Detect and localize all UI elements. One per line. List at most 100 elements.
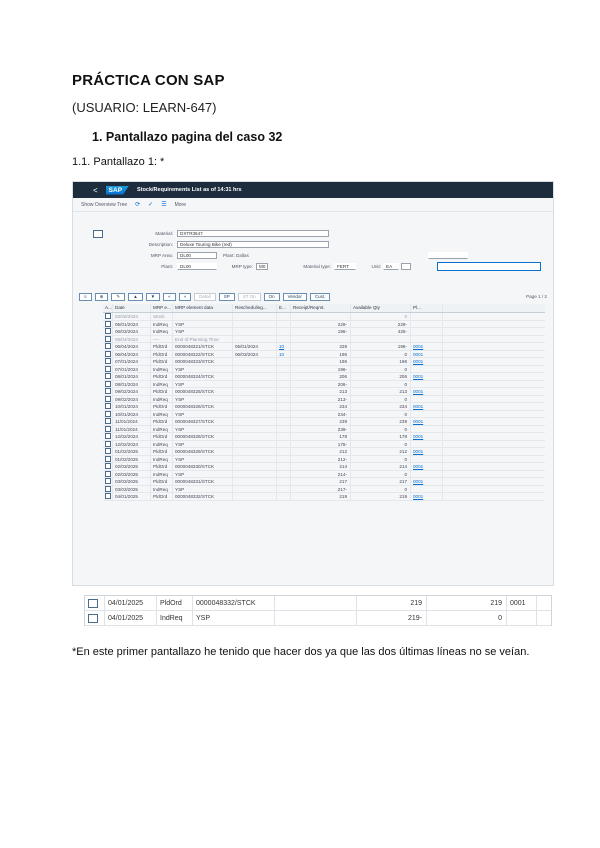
document-icon[interactable] (105, 448, 111, 455)
document-icon[interactable] (105, 433, 111, 440)
document-icon[interactable] (105, 410, 111, 417)
table-row[interactable]: 08/01/2024 IndReq YSP 206- 0 (103, 380, 545, 388)
table-row[interactable]: 11/01/2024 IndReq YSP 239- 0 (103, 425, 545, 433)
collapse-icon[interactable]: « (163, 293, 176, 301)
document-icon[interactable] (105, 440, 111, 447)
sp-button[interactable]: SP (218, 293, 235, 301)
table-row[interactable]: 11/01/2024 PldOrd 0000048327/STCK 239 239 000… (103, 418, 545, 426)
col-header-element[interactable]: MRP element data (173, 304, 233, 312)
table-row[interactable]: 06/03/2024 IndReq YSP 196- 425- (103, 328, 545, 336)
st-on-button[interactable]: ST On (237, 293, 261, 301)
header-toggle-icon[interactable] (93, 230, 103, 238)
table-row[interactable]: 06/04/2024 PldOrd 0000048322/STCK 06/03/202… (103, 350, 545, 358)
document-icon[interactable] (105, 373, 111, 380)
table-row[interactable]: 07/01/2024 PldOrd 0000048323/STCK 196 196 000… (103, 358, 545, 366)
table-row[interactable]: 04/01/2025 PldOrd 0000048332/STCK 219 219 000… (103, 493, 545, 501)
document-icon[interactable] (105, 485, 111, 492)
plant-cell (411, 455, 443, 462)
table-row[interactable]: 08/01/2024 PldOrd 0000048324/STCK 206 206 000… (103, 373, 545, 381)
table-row[interactable]: 03/03/2025 IndReq YSP 217- 0 (103, 485, 545, 493)
mrp-area-field[interactable]: DL00 (177, 252, 217, 259)
resched-cell (233, 440, 277, 447)
mrp-type-field[interactable]: M0 (256, 263, 268, 270)
plant-cell: 0001 (411, 463, 443, 470)
document-icon[interactable] (105, 425, 111, 432)
table-row[interactable]: 02/03/2025 PldOrd 0000048330/STCK 214 214 000… (103, 463, 545, 471)
mrp-cell: PldOrd (151, 373, 173, 380)
table-row[interactable]: 07/01/2024 IndReq YSP 196- 0 (103, 365, 545, 373)
col-header-a[interactable]: A... (103, 304, 113, 312)
document-icon[interactable] (105, 380, 111, 387)
col-header-e[interactable]: E... (277, 304, 291, 312)
receipt-cell: 212 (291, 448, 351, 455)
refresh-icon[interactable]: ⟳ (135, 201, 140, 208)
back-icon[interactable]: < (93, 186, 98, 195)
document-icon[interactable] (105, 328, 111, 335)
document-icon[interactable] (105, 350, 111, 357)
table-row[interactable]: 09/02/2024 IndReq YSP 213- 0 (103, 395, 545, 403)
document-icon[interactable] (88, 614, 98, 623)
document-icon[interactable] (105, 493, 111, 500)
sort-icon[interactable]: ▲ (128, 293, 143, 301)
table-row[interactable]: 06/04/2024 PldOrd 0000048321/STCK 05/01/202… (103, 343, 545, 351)
document-icon[interactable] (105, 478, 111, 485)
overview-tree-button[interactable]: Show Overview Tree (81, 202, 127, 208)
document-icon[interactable] (105, 320, 111, 327)
table-row[interactable]: 04/01/2025 PldOrd 0000048332/STCK 219 219 000… (85, 596, 551, 611)
table-row[interactable]: 03/03/2025 PldOrd 0000048331/STCK 217 217 000… (103, 478, 545, 486)
vendor-button[interactable]: Vendor (282, 293, 307, 301)
unit-extra-field[interactable] (401, 263, 411, 270)
document-icon[interactable] (105, 455, 111, 462)
table-row[interactable]: 10/01/2024 IndReq YSP 234- 0 (103, 410, 545, 418)
edit-icon[interactable]: ✎ (111, 293, 126, 301)
table-row[interactable]: 01/02/2025 IndReq YSP 212- 0 (103, 455, 545, 463)
plant-cell: 0001 (411, 493, 443, 500)
document-icon[interactable] (105, 358, 111, 365)
date-cell: 04/01/2025 (105, 596, 157, 610)
plant-cell: 0001 (411, 448, 443, 455)
table-row[interactable]: 04/01/2025 IndReq YSP 219- 0 (85, 611, 551, 626)
document-icon[interactable] (105, 403, 111, 410)
col-header-mrp[interactable]: MRP e... (151, 304, 173, 312)
material-field[interactable]: DXTR3647 (177, 230, 329, 237)
expand-all-icon[interactable]: » (178, 293, 192, 301)
sort-desc-icon[interactable]: ▼ (145, 293, 161, 301)
element-cell: 0000048326/STCK (173, 403, 233, 410)
customer-button[interactable]: Cust. (309, 293, 331, 301)
col-header-date[interactable]: Date (113, 304, 151, 312)
table-row[interactable]: 12/02/2024 PldOrd 0000048328/STCK 178 178 000… (103, 433, 545, 441)
document-icon[interactable] (105, 343, 111, 350)
table-row[interactable]: 12/02/2024 IndReq YSP 178- 0 (103, 440, 545, 448)
document-icon[interactable] (105, 470, 111, 477)
table-row[interactable]: 05/01/2024 IndReq YSP 229- 229- (103, 320, 545, 328)
resched-cell (233, 478, 277, 485)
filter-icon[interactable]: ☰ (161, 201, 166, 208)
document-icon[interactable] (105, 463, 111, 470)
document-icon[interactable] (88, 599, 98, 608)
col-header-resched[interactable]: Rescheduling... (233, 304, 277, 312)
search-field[interactable] (437, 262, 541, 271)
table-row[interactable]: 01/02/2025 PldOrd 0000048329/STCK 212 212 000… (103, 448, 545, 456)
document-icon[interactable] (105, 395, 111, 402)
document-icon[interactable] (105, 418, 111, 425)
document-icon[interactable] (105, 313, 111, 320)
table-row[interactable]: 09/02/2024 PldOrd 0000048325/STCK 213 213 000… (103, 388, 545, 396)
check-icon[interactable]: ✓ (148, 201, 153, 208)
table-row[interactable]: 02/03/2025 IndReq YSP 214- 0 (103, 470, 545, 478)
table-row[interactable]: 06/04/2024 ---- End of Planning Time (103, 335, 545, 343)
document-icon[interactable] (105, 335, 111, 342)
col-header-available[interactable]: Available Qty (351, 304, 411, 312)
resched-cell (233, 493, 277, 500)
more-menu[interactable]: More (175, 202, 186, 208)
expand-icon[interactable]: ≡ (79, 293, 92, 301)
document-icon[interactable] (105, 365, 111, 372)
plant-cell (411, 410, 443, 417)
col-header-receipt[interactable]: Receipt/Reqmt. (291, 304, 351, 312)
col-header-plant[interactable]: Pl... (411, 304, 443, 312)
zoom-icon[interactable]: ⊕ (94, 293, 109, 301)
on-button[interactable]: On (263, 293, 280, 301)
document-icon[interactable] (105, 388, 111, 395)
detail-button[interactable]: Detail (194, 293, 216, 301)
table-row[interactable]: 03/26/2024 Stock 0 (103, 313, 545, 321)
table-row[interactable]: 10/01/2024 PldOrd 0000048326/STCK 234 234 000… (103, 403, 545, 411)
